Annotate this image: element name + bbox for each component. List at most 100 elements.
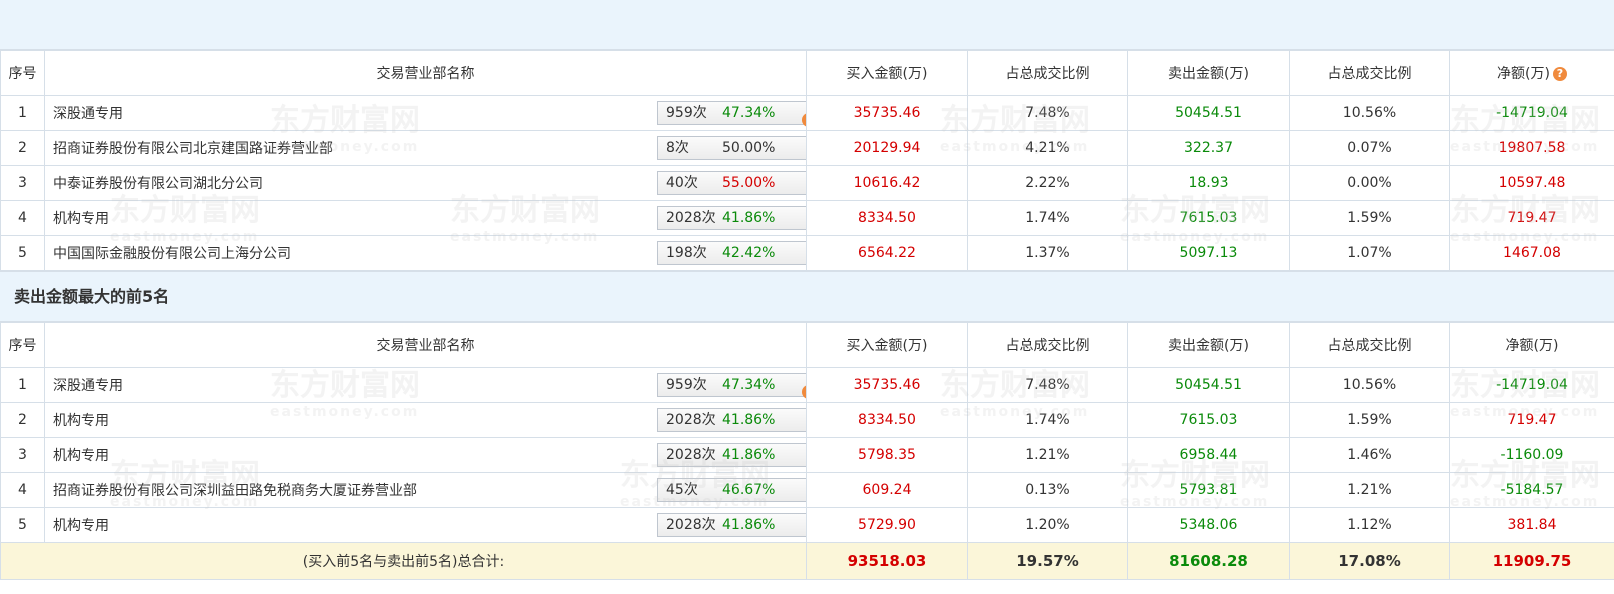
badge-control[interactable]: ? xyxy=(802,380,806,402)
sell-amount-cell: 5793.81 xyxy=(1127,472,1290,508)
branch-link[interactable]: 招商证券股份有限公司深圳益田路免税商务大厦证券营业部 xyxy=(53,480,417,500)
net-amount-cell: 1467.08 xyxy=(1449,235,1614,271)
branch-cell: 机构专用 2028次 41.86% xyxy=(44,402,807,438)
buy-ratio-cell: 1.20% xyxy=(967,507,1128,543)
sell-ratio-cell: 0.07% xyxy=(1289,130,1450,166)
branch-link[interactable]: 招商证券股份有限公司北京建国路证券营业部 xyxy=(53,138,333,158)
listing-count-badge[interactable]: 2028次 41.86% xyxy=(657,408,806,432)
sell-amount-cell: 50454.51 xyxy=(1127,95,1290,131)
listing-count: 45次 xyxy=(666,482,698,498)
branch-link[interactable]: 机构专用 xyxy=(53,515,109,535)
table-row: 2 招商证券股份有限公司北京建国路证券营业部 8次 50.00% 20129.94 4.2… xyxy=(0,130,1614,166)
top-section-header-bar xyxy=(0,0,1614,50)
listing-count-badge[interactable]: 2028次 41.86% xyxy=(657,513,806,537)
buy-amount-cell: 10616.42 xyxy=(806,165,968,201)
listing-count-badge[interactable]: 2028次 41.86% xyxy=(657,443,806,467)
rank-cell: 5 xyxy=(0,507,45,543)
buy-ratio-cell: 0.13% xyxy=(967,472,1128,508)
col-sell-amount: 卖出金额(万) xyxy=(1127,50,1290,96)
listing-count: 959次 xyxy=(666,105,707,121)
win-rate: 42.42% xyxy=(722,245,776,261)
rank-cell: 3 xyxy=(0,437,45,473)
net-amount-cell: 719.47 xyxy=(1449,402,1614,438)
branch-link[interactable]: 深股通专用 xyxy=(53,103,123,123)
buy-amount-cell: 35735.46 xyxy=(806,367,968,403)
sell-ratio-cell: 1.21% xyxy=(1289,472,1450,508)
sell-amount-cell: 7615.03 xyxy=(1127,402,1290,438)
win-rate: 55.00% xyxy=(722,175,776,191)
sell-ratio-cell: 0.00% xyxy=(1289,165,1450,201)
col-net-amount: 净额(万)? xyxy=(1449,50,1614,96)
top-buy-table: 序号 交易营业部名称 买入金额(万) 占总成交比例 卖出金额(万) 占总成交比例… xyxy=(0,50,1614,271)
sell-amount-cell: 6958.44 xyxy=(1127,437,1290,473)
buy-ratio-cell: 7.48% xyxy=(967,367,1128,403)
listing-count-badge[interactable]: 40次 55.00% xyxy=(657,171,806,195)
branch-cell: 机构专用 2028次 41.86% xyxy=(44,437,807,473)
listing-count-badge[interactable]: 959次 47.34%? xyxy=(657,373,806,399)
buy-ratio-cell: 2.22% xyxy=(967,165,1128,201)
listing-count: 8次 xyxy=(666,140,689,156)
sell-ratio-cell: 10.56% xyxy=(1289,95,1450,131)
branch-cell: 机构专用 2028次 41.86% xyxy=(44,200,807,236)
rank-cell: 4 xyxy=(0,200,45,236)
buy-ratio-cell: 4.21% xyxy=(967,130,1128,166)
net-amount-cell: -14719.04 xyxy=(1449,367,1614,403)
total-row: (买入前5名与卖出前5名)总合计: 93518.03 19.57% 81608.… xyxy=(0,542,1614,580)
branch-link[interactable]: 中泰证券股份有限公司湖北分公司 xyxy=(53,173,263,193)
badge-control[interactable]: ? xyxy=(802,108,806,130)
net-amount-cell: 10597.48 xyxy=(1449,165,1614,201)
table-row: 1 深股通专用 959次 47.34%?35735.467.48%50454.5110… xyxy=(0,367,1614,403)
branch-link[interactable]: 机构专用 xyxy=(53,410,109,430)
branch-link[interactable]: 机构专用 xyxy=(53,445,109,465)
branch-link[interactable]: 机构专用 xyxy=(53,208,109,228)
sell-ratio-cell: 1.07% xyxy=(1289,235,1450,271)
table-row: 3 中泰证券股份有限公司湖北分公司 40次 55.00% 10616.42 2.22% 18… xyxy=(0,165,1614,201)
help-icon[interactable]: ? xyxy=(802,385,806,399)
buy-amount-cell: 8334.50 xyxy=(806,402,968,438)
top-sell-table: 序号 交易营业部名称 买入金额(万) 占总成交比例 卖出金额(万) 占总成交比例… xyxy=(0,322,1614,580)
listing-count: 2028次 xyxy=(666,447,716,463)
table-row: 4 机构专用 2028次 41.86% 8334.50 1.74% 7615.03 1.59%… xyxy=(0,200,1614,236)
rank-cell: 1 xyxy=(0,367,45,403)
total-sell-ratio: 17.08% xyxy=(1289,542,1450,580)
sell-section-title: 卖出金额最大的前5名 xyxy=(0,271,1614,322)
listing-count-badge[interactable]: 198次 42.42% xyxy=(657,241,806,265)
listing-count-badge[interactable]: 45次 46.67% xyxy=(657,478,806,502)
col-branch-name: 交易营业部名称 xyxy=(44,50,807,96)
table-row: 5 中国国际金融股份有限公司上海分公司 198次 42.42% 6564.22 1.37%… xyxy=(0,235,1614,271)
table-row: 2 机构专用 2028次 41.86% 8334.50 1.74% 7615.03 1.59%… xyxy=(0,402,1614,438)
rank-cell: 2 xyxy=(0,402,45,438)
buy-amount-cell: 5798.35 xyxy=(806,437,968,473)
branch-cell: 机构专用 2028次 41.86% xyxy=(44,507,807,543)
branch-link[interactable]: 深股通专用 xyxy=(53,375,123,395)
col-buy-ratio: 占总成交比例 xyxy=(967,50,1128,96)
branch-link[interactable]: 中国国际金融股份有限公司上海分公司 xyxy=(53,243,291,263)
sell-ratio-cell: 1.12% xyxy=(1289,507,1450,543)
total-net: 11909.75 xyxy=(1449,542,1614,580)
win-rate: 41.86% xyxy=(722,210,776,226)
win-rate: 47.34% xyxy=(722,105,776,121)
net-amount-cell: 19807.58 xyxy=(1449,130,1614,166)
buy-amount-cell: 8334.50 xyxy=(806,200,968,236)
help-icon[interactable]: ? xyxy=(802,113,806,127)
listing-count: 2028次 xyxy=(666,517,716,533)
win-rate: 47.34% xyxy=(722,377,776,393)
win-rate: 41.86% xyxy=(722,447,776,463)
sell-amount-cell: 5348.06 xyxy=(1127,507,1290,543)
net-help-icon[interactable]: ? xyxy=(1552,67,1567,81)
listing-count-badge[interactable]: 8次 50.00% xyxy=(657,136,806,160)
table-row: 1 深股通专用 959次 47.34%?35735.467.48%50454.5110… xyxy=(0,95,1614,131)
col-buy-ratio: 占总成交比例 xyxy=(967,322,1128,368)
listing-count-badge[interactable]: 959次 47.34%? xyxy=(657,101,806,127)
buy-ratio-cell: 1.21% xyxy=(967,437,1128,473)
sell-ratio-cell: 1.59% xyxy=(1289,200,1450,236)
sell-amount-cell: 18.93 xyxy=(1127,165,1290,201)
net-amount-cell: -5184.57 xyxy=(1449,472,1614,508)
buy-ratio-cell: 1.37% xyxy=(967,235,1128,271)
col-sell-amount: 卖出金额(万) xyxy=(1127,322,1290,368)
branch-cell: 招商证券股份有限公司深圳益田路免税商务大厦证券营业部 45次 46.67% xyxy=(44,472,807,508)
buy-ratio-cell: 1.74% xyxy=(967,200,1128,236)
net-amount-cell: -1160.09 xyxy=(1449,437,1614,473)
sell-ratio-cell: 10.56% xyxy=(1289,367,1450,403)
listing-count-badge[interactable]: 2028次 41.86% xyxy=(657,206,806,230)
